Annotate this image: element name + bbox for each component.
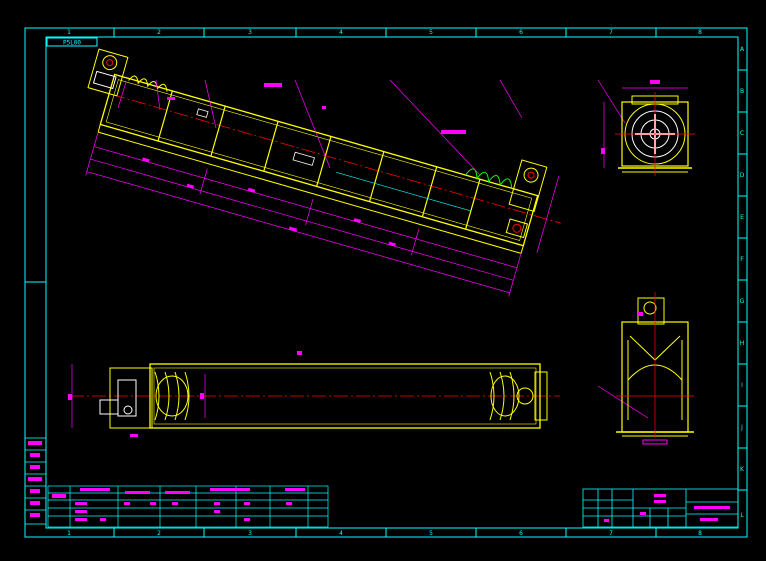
- left-drive-unit: [87, 48, 129, 97]
- row-letter: F: [740, 256, 744, 263]
- drawing-number-text: P5L00: [63, 40, 81, 47]
- col-number: 7: [609, 530, 613, 537]
- row-letter: H: [740, 340, 745, 347]
- col-number: 5: [429, 530, 433, 537]
- row-letter: E: [740, 214, 744, 221]
- col-number: 3: [248, 29, 252, 36]
- callout-tags: [167, 80, 660, 355]
- row-letter: A: [740, 46, 745, 53]
- col-number: 1: [67, 530, 71, 537]
- row-letter: B: [740, 88, 744, 95]
- row-letter: J: [740, 424, 743, 431]
- plan-view: [68, 363, 560, 437]
- right-drive-unit: [505, 159, 548, 239]
- end-view-top: [601, 87, 695, 176]
- trough-body: [99, 73, 539, 247]
- col-number: 7: [609, 29, 613, 36]
- leader-lines: [117, 79, 649, 419]
- right-screw-spiral: [465, 168, 513, 189]
- end-view-bottom: [616, 292, 694, 445]
- row-letter: C: [740, 130, 744, 137]
- col-number: 2: [157, 29, 161, 36]
- column-numbers-top: 1 2 3 4 5 6 7 8: [67, 29, 702, 36]
- column-numbers-bottom: 1 2 3 4 5 6 7 8: [67, 530, 702, 537]
- col-number: 6: [519, 530, 523, 537]
- col-number: 5: [429, 29, 433, 36]
- row-letter: D: [740, 172, 745, 179]
- row-letter: L: [740, 512, 744, 519]
- col-number: 3: [248, 530, 252, 537]
- cad-drawing-sheet: P5L00 1 2 3 4 5 6 7 8 1 2 3 4 5 6 7 8 A …: [24, 27, 748, 538]
- col-number: 1: [67, 29, 71, 36]
- row-letter: K: [740, 466, 745, 473]
- col-number: 8: [698, 530, 702, 537]
- row-letter: G: [740, 298, 745, 305]
- col-number: 8: [698, 29, 702, 36]
- row-letter: I: [741, 382, 743, 389]
- col-number: 6: [519, 29, 523, 36]
- col-number: 4: [339, 29, 343, 36]
- col-number: 2: [157, 530, 161, 537]
- col-number: 4: [339, 530, 343, 537]
- inclined-screw-washer-view: [85, 48, 562, 297]
